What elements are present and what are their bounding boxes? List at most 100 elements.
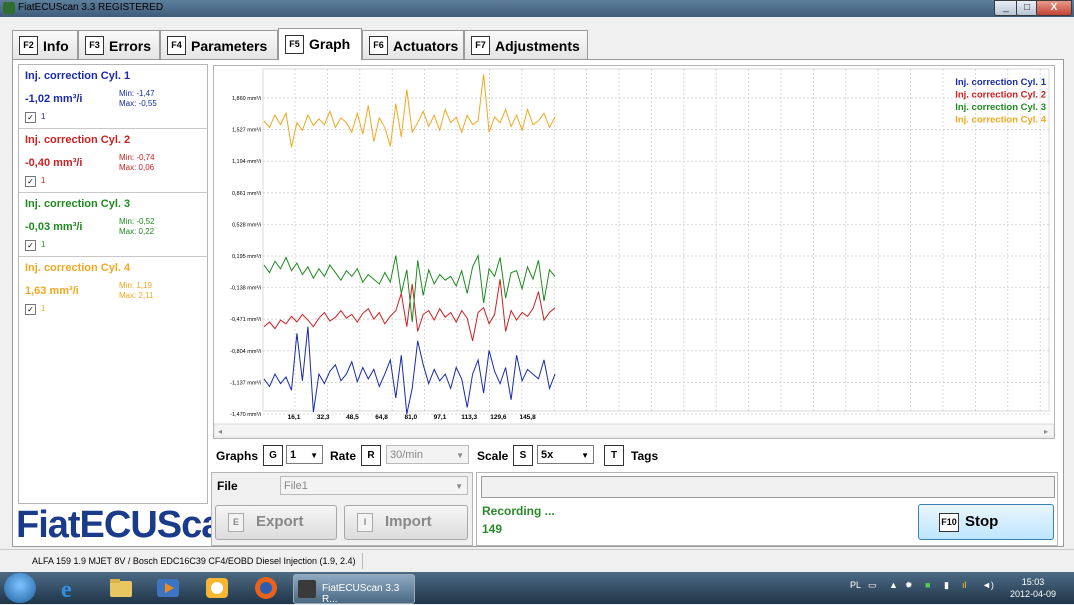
tab-parameters[interactable]: F4 Parameters (160, 30, 278, 59)
recording-count: 149 (482, 522, 503, 536)
horizontal-scrollbar (214, 423, 1054, 438)
r-key-icon: R (361, 445, 381, 466)
dropdown-arrow-icon: ▼ (581, 451, 589, 460)
parameter-value: -0,03 mm³/i (25, 221, 83, 233)
x-tick-label: 113,3 (461, 414, 477, 421)
app-icon (3, 2, 15, 14)
scroll-left-arrow-icon: ◂ (218, 427, 222, 436)
vehicle-ecu-status: ALFA 159 1.9 MJET 8V / Bosch EDC16C39 CF… (26, 553, 363, 569)
scale-select[interactable]: 5x ▼ (537, 445, 594, 464)
rate-select-value: 30/min (390, 449, 424, 461)
scale-label: Scale (477, 449, 509, 463)
network-icon[interactable]: ıl (962, 580, 967, 590)
y-tick-label: -0,471 mm³/i (230, 317, 261, 323)
tab-label: Parameters (191, 38, 268, 54)
media-player-icon[interactable] (150, 575, 186, 601)
parameter-list: Inj. correction Cyl. 1 -1,02 mm³/i Min: … (18, 64, 208, 504)
f5-key-icon: F5 (285, 35, 304, 54)
graph-checkbox[interactable]: ✓ (25, 240, 36, 251)
volume-icon[interactable]: ◄) (982, 580, 994, 590)
tab-label: Adjustments (495, 38, 580, 54)
show-hidden-icons-icon[interactable]: ▲ (889, 580, 898, 590)
export-button[interactable]: E Export (215, 505, 337, 540)
internet-explorer-icon[interactable]: e (52, 575, 88, 603)
clock-time: 15:03 (1021, 577, 1045, 587)
language-indicator[interactable]: PL (850, 580, 861, 590)
graphs-label: Graphs (216, 449, 259, 463)
x-tick-label: 16,1 (288, 414, 301, 421)
graph-checkbox[interactable]: ✓ (25, 176, 36, 187)
rate-select[interactable]: 30/min ▼ (386, 445, 469, 464)
y-tick-label: 1,527 mm³/i (232, 128, 261, 134)
recording-progress-bar (481, 476, 1055, 498)
parameter-value: -0,40 mm³/i (25, 157, 83, 169)
tab-label: Graph (309, 36, 351, 52)
window-titlebar: FiatECUScan 3.3 REGISTERED _ □ X (0, 0, 1074, 17)
parameter-min: Min: 1,19 (119, 281, 152, 290)
sun-icon[interactable]: ✹ (905, 580, 913, 591)
x-tick-label: 64,8 (375, 414, 388, 421)
recording-status: Recording ... (482, 504, 555, 518)
tab-info[interactable]: F2 Info (12, 30, 78, 59)
x-tick-label: 48,5 (346, 414, 359, 421)
y-tick-label: -1,470 mm³/i (230, 412, 261, 418)
parameter-max: Max: 0,22 (119, 227, 155, 236)
export-label: Export (256, 513, 304, 530)
x-tick-label: 129,6 (490, 414, 507, 421)
battery-icon[interactable]: ▮ (944, 580, 949, 591)
stop-label: Stop (965, 513, 999, 530)
t-key-icon[interactable]: T (604, 445, 624, 466)
parameter-name: Inj. correction Cyl. 3 (25, 198, 131, 210)
graphs-select[interactable]: 1 ▼ (286, 445, 323, 464)
parameter-min: Min: -0,52 (119, 217, 155, 226)
graph-controls: Graphs G 1 ▼ Rate R 30/min ▼ Scale S 5x ▼ T… (213, 444, 1058, 468)
import-button[interactable]: I Import (344, 505, 468, 540)
graph-checkbox[interactable]: ✓ (25, 112, 36, 123)
tab-graph[interactable]: F5 Graph (278, 28, 362, 60)
y-tick-label: -1,137 mm³/i (230, 380, 261, 386)
parameter-name: Inj. correction Cyl. 1 (25, 70, 131, 82)
tags-label[interactable]: Tags (631, 449, 658, 463)
clock[interactable]: 15:03 2012-04-09 (1008, 576, 1058, 600)
maximize-button[interactable]: □ (1016, 0, 1038, 16)
parameter-item-cyl1[interactable]: Inj. correction Cyl. 1 -1,02 mm³/i Min: … (19, 65, 207, 129)
keyboard-icon[interactable]: ▭ (868, 580, 877, 591)
tab-actuators[interactable]: F6 Actuators (362, 30, 464, 59)
parameter-max: Max: -0,55 (119, 99, 157, 108)
tab-label: Actuators (393, 38, 459, 54)
f4-key-icon: F4 (167, 36, 186, 55)
file-panel: File File1 ▼ E Export I Import (211, 472, 473, 546)
file-explorer-icon[interactable] (102, 575, 138, 601)
i-key-icon: I (357, 513, 373, 532)
dropdown-arrow-icon: ▼ (456, 451, 464, 460)
tab-label: Info (43, 38, 69, 54)
tab-adjustments[interactable]: F7 Adjustments (464, 30, 588, 59)
status-bar: ALFA 159 1.9 MJET 8V / Bosch EDC16C39 CF… (0, 549, 1074, 572)
y-tick-label: 0,528 mm³/i (232, 222, 261, 228)
tab-errors[interactable]: F3 Errors (78, 30, 160, 59)
parameter-item-cyl4[interactable]: Inj. correction Cyl. 4 1,63 mm³/i Min: 1… (19, 257, 207, 320)
messenger-icon[interactable] (200, 575, 236, 601)
tab-label: Errors (109, 38, 152, 54)
start-button[interactable] (4, 573, 36, 603)
import-label: Import (385, 513, 432, 530)
file-label: File (217, 479, 238, 493)
graphs-select-value: 1 (290, 449, 297, 461)
parameter-item-cyl3[interactable]: Inj. correction Cyl. 3 -0,03 mm³/i Min: … (19, 193, 207, 257)
stop-button[interactable]: F10 Stop (918, 504, 1054, 540)
minimize-button[interactable]: _ (994, 0, 1018, 16)
taskbar-app-fiatecuscan[interactable]: FiatECUScan 3.3 R... (293, 574, 415, 605)
parameter-value: -1,02 mm³/i (25, 93, 83, 105)
close-button[interactable]: X (1036, 0, 1072, 16)
graph-checkbox[interactable]: ✓ (25, 304, 36, 315)
x-tick-label: 32,3 (317, 414, 330, 421)
parameter-value: 1,63 mm³/i (25, 285, 79, 297)
f6-key-icon: F6 (369, 36, 388, 55)
firefox-icon[interactable] (248, 575, 284, 601)
parameter-item-cyl2[interactable]: Inj. correction Cyl. 2 -0,40 mm³/i Min: … (19, 129, 207, 193)
legend-entry-cyl1: Inj. correction Cyl. 1 (955, 77, 1047, 88)
taskbar-app-label: FiatECUScan 3.3 R... (322, 583, 400, 605)
file-select[interactable]: File1 ▼ (280, 476, 468, 495)
green-tray-icon[interactable]: ■ (925, 580, 930, 590)
graph-panel: 1,860 mm³/i 1,527 mm³/i 1,194 mm³/i 0,861 m… (213, 65, 1055, 439)
